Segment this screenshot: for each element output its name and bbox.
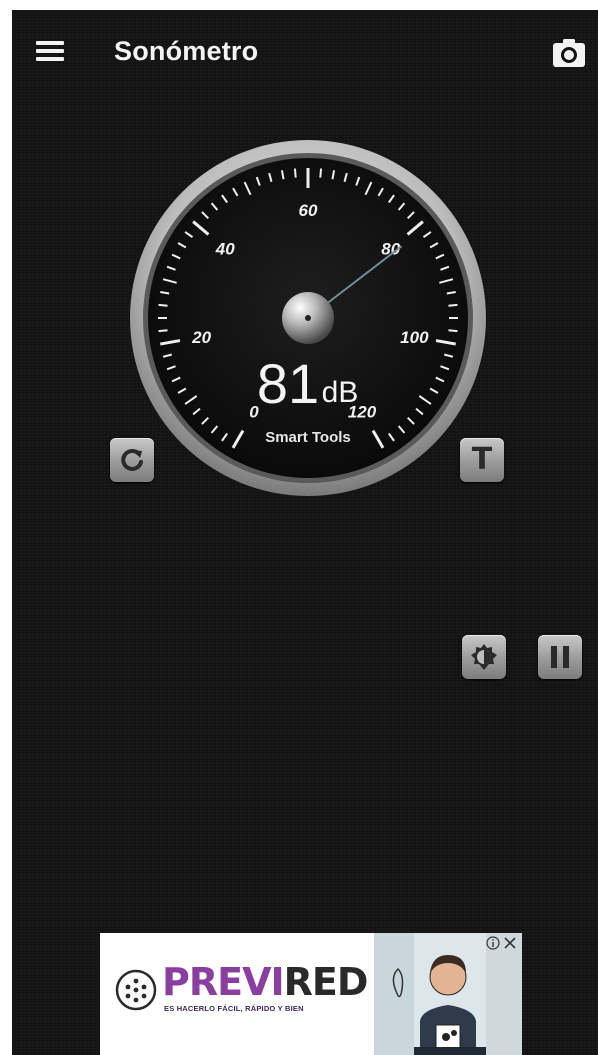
ad-close-icon[interactable] [503, 936, 517, 950]
ad-brand-name: PREVIRED [162, 960, 369, 1004]
pause-icon [551, 646, 569, 668]
reset-button[interactable] [110, 438, 154, 482]
refresh-icon [121, 448, 143, 471]
pause-button[interactable] [538, 635, 582, 679]
ad-brand-part2: RED [283, 960, 369, 1004]
gauge-tick-label: 100 [400, 328, 429, 347]
ad-photo [374, 933, 522, 1055]
db-unit: dB [322, 376, 359, 409]
brightness-button[interactable] [462, 635, 506, 679]
gauge-tick-label: 20 [191, 328, 211, 347]
previred-logo-icon [115, 969, 157, 1011]
ad-banner[interactable]: PREVIRED ES HACERLO FÁCIL, RÁPIDO Y BIEN [100, 933, 522, 1055]
gauge-minor-tick [319, 168, 323, 178]
ad-brand-part1: PREVI [162, 960, 285, 1004]
t-label: T [471, 442, 493, 477]
ad-tagline: ES HACERLO FÁCIL, RÁPIDO Y BIEN [164, 1004, 304, 1013]
gauge-knob-center [305, 315, 311, 321]
app-screen: Sonómetro 0 20 40 60 80 100 120 81 dB Sm… [12, 10, 598, 1055]
gauge-brand-label: Smart Tools [265, 429, 351, 446]
gauge-tick-label: 60 [299, 201, 318, 220]
text-toggle-button[interactable]: T [460, 438, 504, 482]
gauge-minor-tick [448, 303, 458, 307]
sound-level-gauge: 020406080100120 81 dB Smart Tools [130, 140, 486, 496]
gauge-minor-tick [158, 329, 168, 333]
db-reading: 81 [257, 352, 319, 415]
gauge-minor-tick [293, 168, 297, 178]
gauge-minor-tick [158, 303, 168, 307]
gauge-tick-label: 40 [215, 240, 235, 259]
gauge-minor-tick [448, 329, 458, 333]
brightness-icon [471, 644, 497, 670]
ad-info-icon[interactable] [486, 936, 500, 950]
